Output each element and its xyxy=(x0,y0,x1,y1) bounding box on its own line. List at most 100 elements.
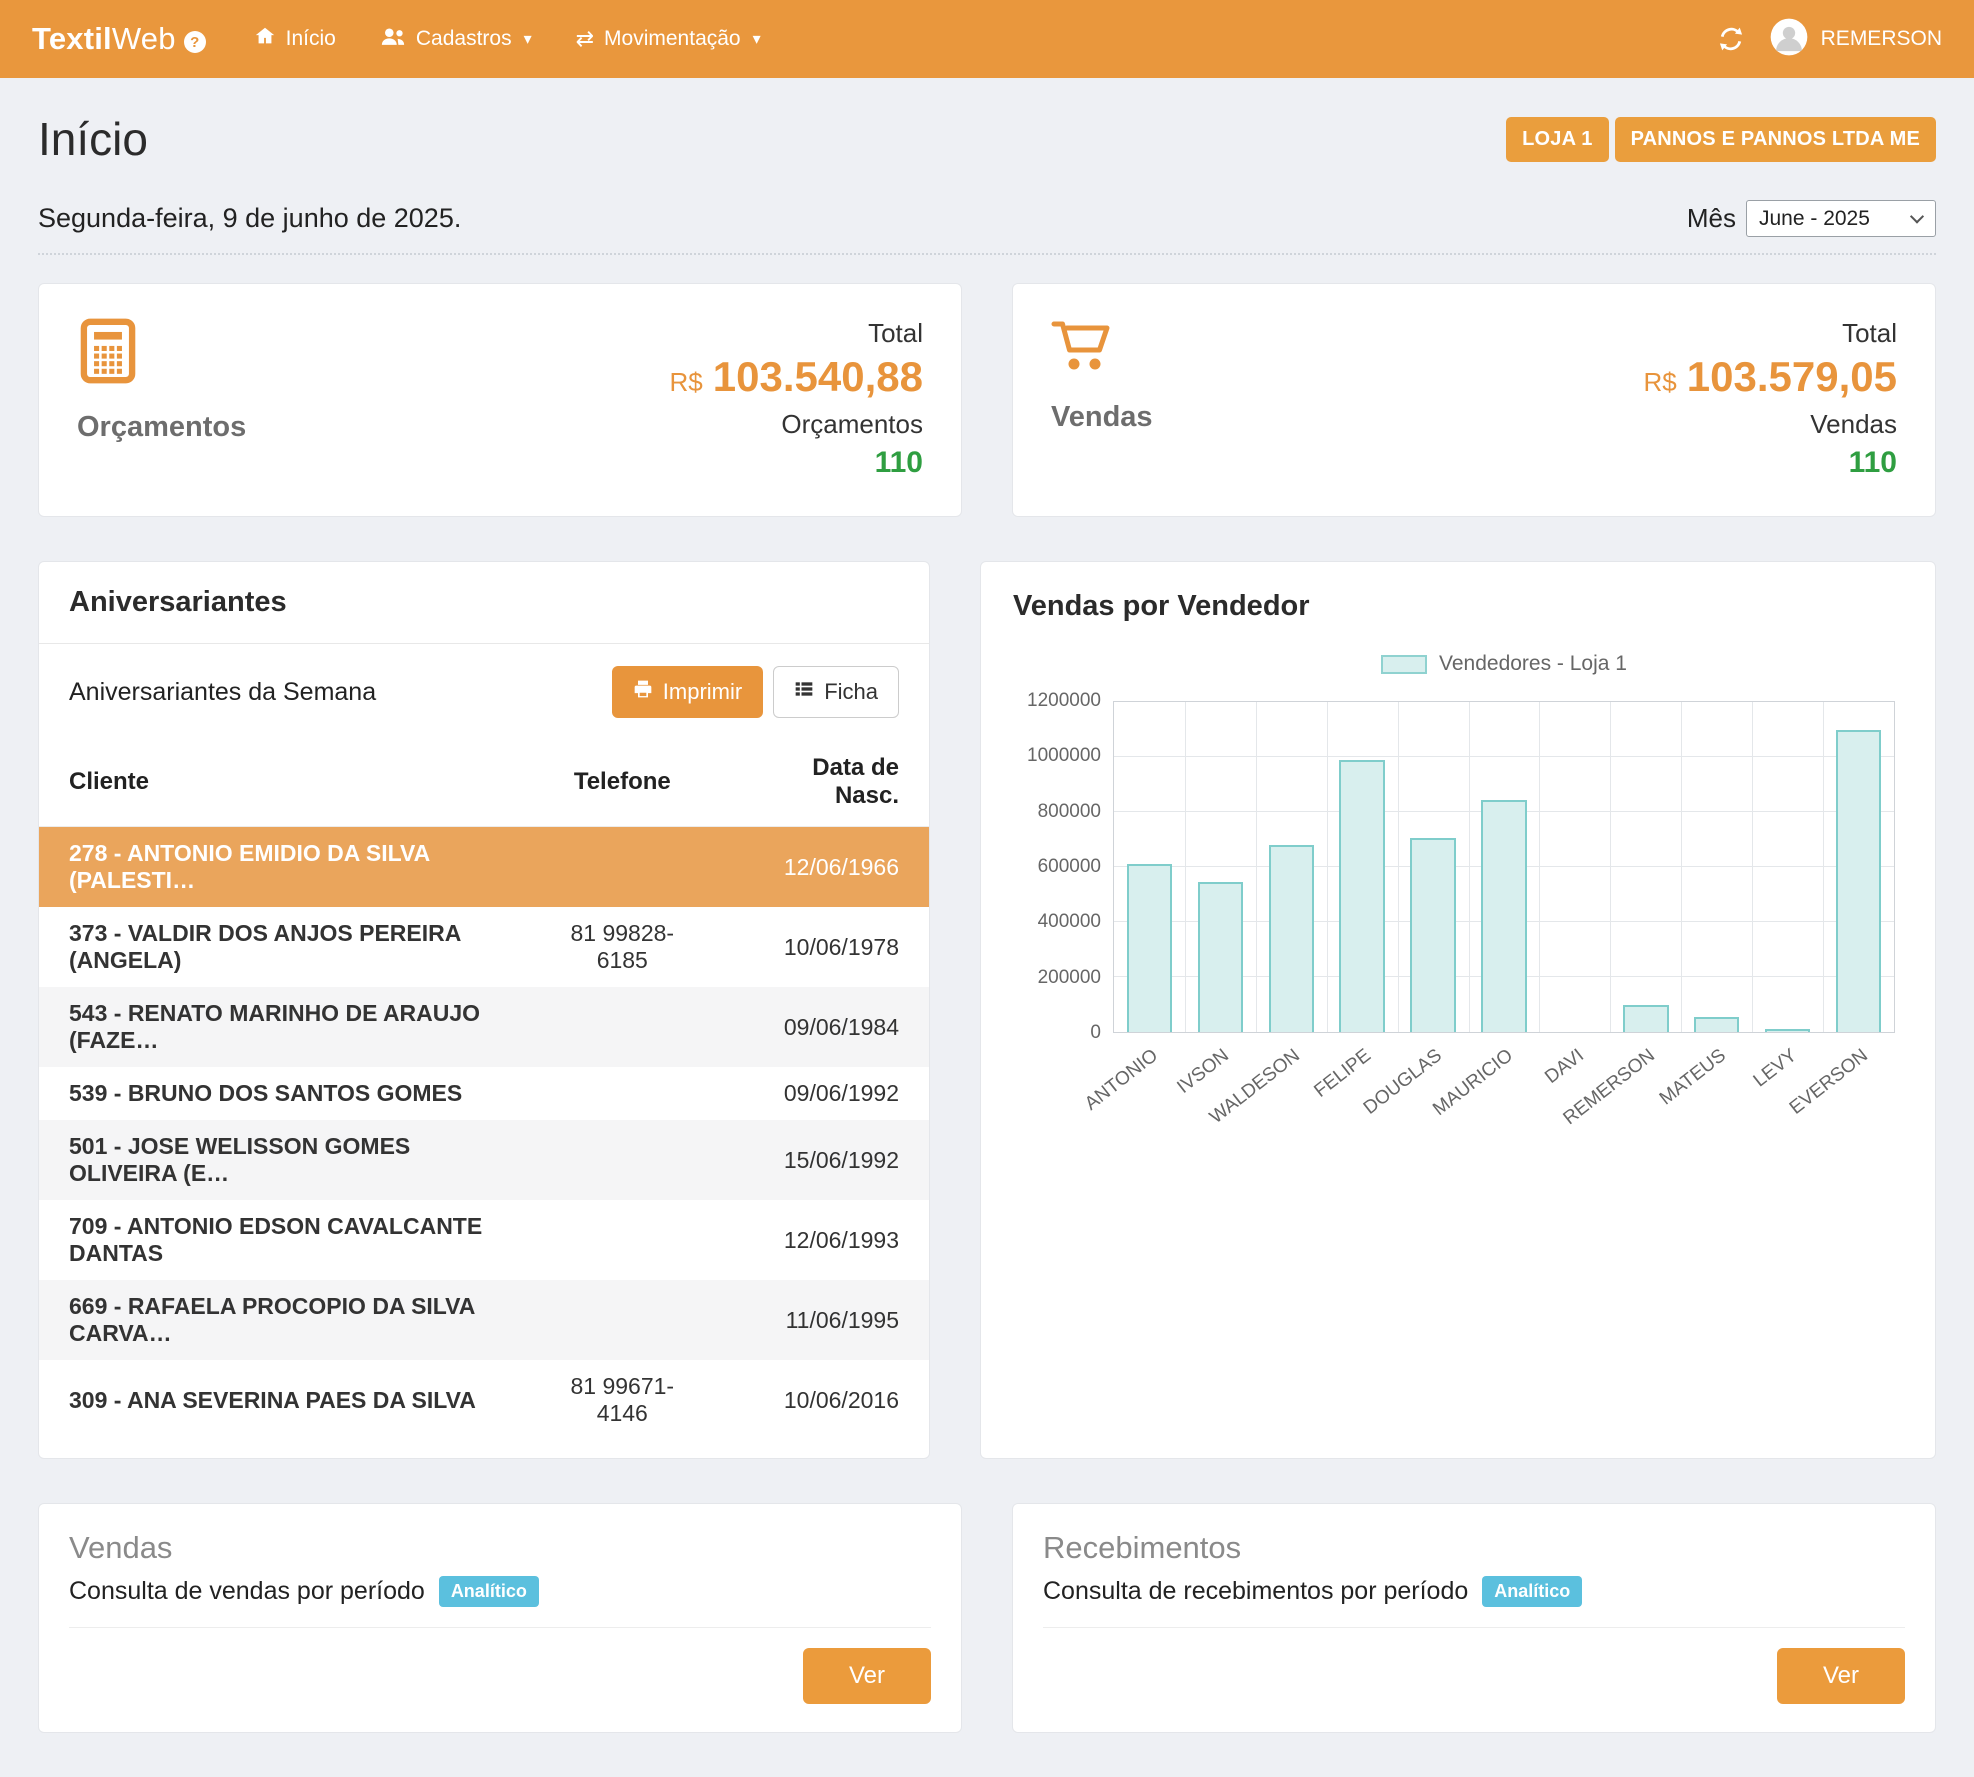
month-select[interactable]: June - 2025 xyxy=(1746,200,1936,237)
x-tick-label: ANTONIO xyxy=(1081,1045,1162,1115)
birthdays-table: Cliente Telefone Data de Nasc. 278 - ANT… xyxy=(39,740,929,1440)
print-button[interactable]: Imprimir xyxy=(612,666,763,718)
table-row[interactable]: 669 - RAFAELA PROCOPIO DA SILVA CARVA… 1… xyxy=(39,1280,929,1360)
birthdate-cell: 09/06/1992 xyxy=(722,1067,929,1120)
x-tick-label: DAVI xyxy=(1541,1045,1588,1089)
total-label: Total xyxy=(1644,318,1897,349)
gridline-v xyxy=(1398,702,1399,1032)
birthdate-cell: 12/06/1993 xyxy=(722,1200,929,1280)
phone-cell: 81 99671-4146 xyxy=(522,1360,722,1440)
sales-by-seller-card: Vendas por Vendedor 02000004000006000008… xyxy=(980,561,1936,1459)
month-filter: Mês June - 2025 xyxy=(1687,200,1936,237)
x-tick-label: FELIPE xyxy=(1310,1045,1375,1103)
bar-chart: 020000040000060000080000010000001200000 … xyxy=(1013,653,1903,1137)
phone-cell xyxy=(522,1280,722,1360)
y-tick-label: 0 xyxy=(1090,1022,1101,1044)
date-row: Segunda-feira, 9 de junho de 2025. Mês J… xyxy=(38,200,1936,237)
refresh-icon[interactable] xyxy=(1717,25,1745,53)
chart-plot xyxy=(1113,701,1895,1033)
bar-ivson xyxy=(1198,882,1243,1032)
calculator-icon xyxy=(77,318,246,389)
home-icon xyxy=(254,25,276,53)
birthdays-subtitle: Aniversariantes da Semana xyxy=(69,678,376,707)
analitico-badge: Analítico xyxy=(1482,1576,1582,1607)
client-cell: 543 - RENATO MARINHO DE ARAUJO (FAZE… xyxy=(39,987,522,1067)
table-row[interactable]: 373 - VALDIR DOS ANJOS PEREIRA (ANGELA) … xyxy=(39,907,929,987)
chart-title: Vendas por Vendedor xyxy=(1013,590,1903,623)
nav-item-label: Cadastros xyxy=(416,27,512,51)
birthdate-cell: 11/06/1995 xyxy=(722,1280,929,1360)
client-cell: 539 - BRUNO DOS SANTOS GOMES xyxy=(39,1067,522,1120)
store-badge-loja[interactable]: LOJA 1 xyxy=(1506,117,1608,162)
gridline-v xyxy=(1256,702,1257,1032)
column-header-cliente: Cliente xyxy=(39,740,522,827)
list-icon xyxy=(794,679,814,705)
nav-items: Início Cadastros ▾ ⇄ Movimentação ▾ xyxy=(254,25,761,53)
x-tick-label: IVSON xyxy=(1173,1045,1233,1099)
nav-item-movimentacao[interactable]: ⇄ Movimentação ▾ xyxy=(576,27,761,51)
ver-button[interactable]: Ver xyxy=(803,1648,931,1704)
summary-row: Orçamentos Total R$ 103.540,88 Orçamento… xyxy=(38,283,1936,517)
brand-logo[interactable]: TextilWeb ? xyxy=(32,21,206,57)
count-label: Vendas xyxy=(1644,409,1897,440)
table-row[interactable]: 539 - BRUNO DOS SANTOS GOMES 09/06/1992 xyxy=(39,1067,929,1120)
table-row[interactable]: 543 - RENATO MARINHO DE ARAUJO (FAZE… 09… xyxy=(39,987,929,1067)
nav-item-label: Movimentação xyxy=(604,27,741,51)
currency-symbol: R$ xyxy=(1644,367,1677,398)
client-cell: 709 - ANTONIO EDSON CAVALCANTE DANTAS xyxy=(39,1200,522,1280)
client-cell: 501 - JOSE WELISSON GOMES OLIVEIRA (E… xyxy=(39,1120,522,1200)
mini-card-title: Vendas xyxy=(69,1530,931,1566)
nav-item-inicio[interactable]: Início xyxy=(254,25,336,53)
y-tick-label: 1000000 xyxy=(1027,745,1101,767)
nav-item-cadastros[interactable]: Cadastros ▾ xyxy=(380,26,532,53)
y-tick-label: 400000 xyxy=(1038,911,1101,933)
divider xyxy=(69,1627,931,1628)
gridline-v xyxy=(1752,702,1753,1032)
total-label: Total xyxy=(670,318,923,349)
ver-button[interactable]: Ver xyxy=(1777,1648,1905,1704)
legend-swatch xyxy=(1381,655,1427,674)
caret-down-icon: ▾ xyxy=(524,29,532,49)
birthdays-title: Aniversariantes xyxy=(39,562,929,644)
avatar xyxy=(1769,17,1809,62)
phone-cell xyxy=(522,1120,722,1200)
gridline-v xyxy=(1539,702,1540,1032)
x-tick-label: MATEUS xyxy=(1656,1045,1731,1110)
table-row[interactable]: 501 - JOSE WELISSON GOMES OLIVEIRA (E… 1… xyxy=(39,1120,929,1200)
birthdate-cell: 09/06/1984 xyxy=(722,987,929,1067)
table-row[interactable]: 278 - ANTONIO EMIDIO DA SILVA (PALESTI… … xyxy=(39,827,929,908)
store-badges: LOJA 1 PANNOS E PANNOS LTDA ME xyxy=(1506,117,1936,162)
gridline-v xyxy=(1823,702,1824,1032)
summary-label: Orçamentos xyxy=(77,411,246,444)
phone-cell xyxy=(522,1200,722,1280)
count-value: 110 xyxy=(1644,446,1897,480)
table-row[interactable]: 309 - ANA SEVERINA PAES DA SILVA 81 9967… xyxy=(39,1360,929,1440)
users-icon xyxy=(380,26,406,53)
user-menu[interactable]: REMERSON xyxy=(1769,17,1942,62)
phone-cell xyxy=(522,827,722,908)
bottom-row: Vendas Consulta de vendas por período An… xyxy=(38,1503,1936,1733)
bar-douglas xyxy=(1410,838,1455,1032)
month-label: Mês xyxy=(1687,203,1736,234)
bar-felipe xyxy=(1339,760,1384,1032)
bar-mateus xyxy=(1694,1017,1739,1032)
currency-symbol: R$ xyxy=(670,367,703,398)
x-tick-label: EVERSON xyxy=(1786,1045,1873,1120)
total-amount: 103.540,88 xyxy=(713,353,923,401)
summary-label: Vendas xyxy=(1051,401,1153,434)
bar-mauricio xyxy=(1481,800,1526,1032)
analitico-badge: Analítico xyxy=(439,1576,539,1607)
current-date: Segunda-feira, 9 de junho de 2025. xyxy=(38,203,461,234)
count-value: 110 xyxy=(670,446,923,480)
mini-card-subtitle: Consulta de recebimentos por período xyxy=(1043,1577,1468,1606)
orcamentos-summary-card: Orçamentos Total R$ 103.540,88 Orçamento… xyxy=(38,283,962,517)
table-row[interactable]: 709 - ANTONIO EDSON CAVALCANTE DANTAS 12… xyxy=(39,1200,929,1280)
store-badge-company[interactable]: PANNOS E PANNOS LTDA ME xyxy=(1615,117,1936,162)
brand-text: TextilWeb xyxy=(32,21,176,57)
bar-antonio xyxy=(1127,864,1172,1032)
header-row: Início LOJA 1 PANNOS E PANNOS LTDA ME xyxy=(38,112,1936,166)
help-icon[interactable]: ? xyxy=(184,31,206,53)
chart-legend[interactable]: Vendedores - Loja 1 xyxy=(1113,653,1895,675)
nav-item-label: Início xyxy=(286,27,336,51)
ficha-button[interactable]: Ficha xyxy=(773,666,899,718)
